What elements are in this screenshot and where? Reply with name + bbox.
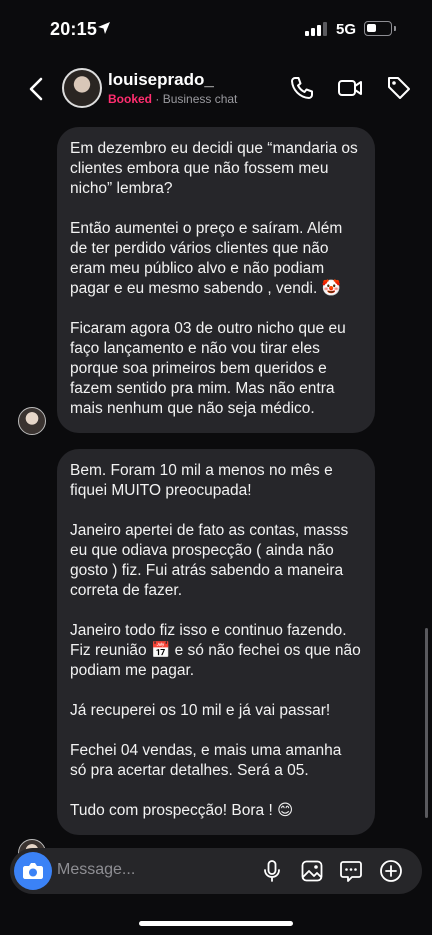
status-bar: 20:15 5G [0, 0, 432, 56]
cellular-signal-icon [305, 22, 327, 36]
booked-label: Booked [108, 92, 153, 106]
plus-circle-icon[interactable] [379, 859, 403, 883]
chat-username[interactable]: louiseprado_ [108, 70, 214, 90]
chat-thread[interactable]: Em dezembro eu decidi que “mandaria os c… [0, 116, 432, 856]
scrollbar[interactable] [425, 628, 428, 818]
message-paragraph: Em dezembro eu decidi que “mandaria os c… [70, 140, 358, 197]
message-paragraph: Fechei 04 vendas, e mais uma amanha só p… [70, 742, 342, 779]
camera-button[interactable] [14, 852, 52, 890]
subtitle-separator: · [152, 92, 163, 106]
message-paragraph: Janeiro todo fiz isso e continuo fazendo… [70, 622, 361, 679]
message-paragraph: Tudo com prospecção! Bora ! 😊 [70, 802, 294, 819]
message-bubble[interactable]: Em dezembro eu decidi que “mandaria os c… [57, 127, 375, 433]
message-paragraph: Ficaram agora 03 de outro nicho que eu f… [70, 320, 346, 417]
message-paragraph: Então aumentei o preço e saíram. Além de… [70, 220, 343, 297]
microphone-icon[interactable] [260, 859, 284, 883]
chat-type-label: Business chat [162, 92, 238, 106]
tag-icon[interactable] [385, 74, 413, 102]
sticker-icon[interactable] [339, 859, 363, 883]
location-arrow-icon [98, 22, 110, 34]
message-paragraph: Bem. Foram 10 mil a menos no mês e fique… [70, 462, 333, 499]
message-paragraph: Já recuperei os 10 mil e já vai passar! [70, 702, 331, 719]
battery-icon [364, 21, 396, 36]
phone-icon[interactable] [288, 74, 316, 102]
avatar[interactable] [62, 68, 102, 108]
chevron-left-icon[interactable] [26, 76, 46, 102]
message-composer: Message... [10, 848, 422, 894]
message-paragraph: Janeiro apertei de fato as contas, masss… [70, 522, 349, 599]
message-bubble[interactable]: Bem. Foram 10 mil a menos no mês e fique… [57, 449, 375, 835]
chat-subtitle: Booked · Business chat [108, 92, 237, 106]
chat-header: louiseprado_ Booked · Business chat [0, 60, 432, 116]
home-indicator[interactable] [139, 921, 293, 926]
video-icon[interactable] [336, 74, 364, 102]
sender-avatar[interactable] [18, 407, 46, 435]
message-input[interactable]: Message... [57, 861, 135, 879]
network-type: 5G [336, 21, 357, 38]
status-time: 20:15 [50, 19, 98, 39]
camera-icon [23, 863, 43, 879]
image-icon[interactable] [300, 859, 324, 883]
